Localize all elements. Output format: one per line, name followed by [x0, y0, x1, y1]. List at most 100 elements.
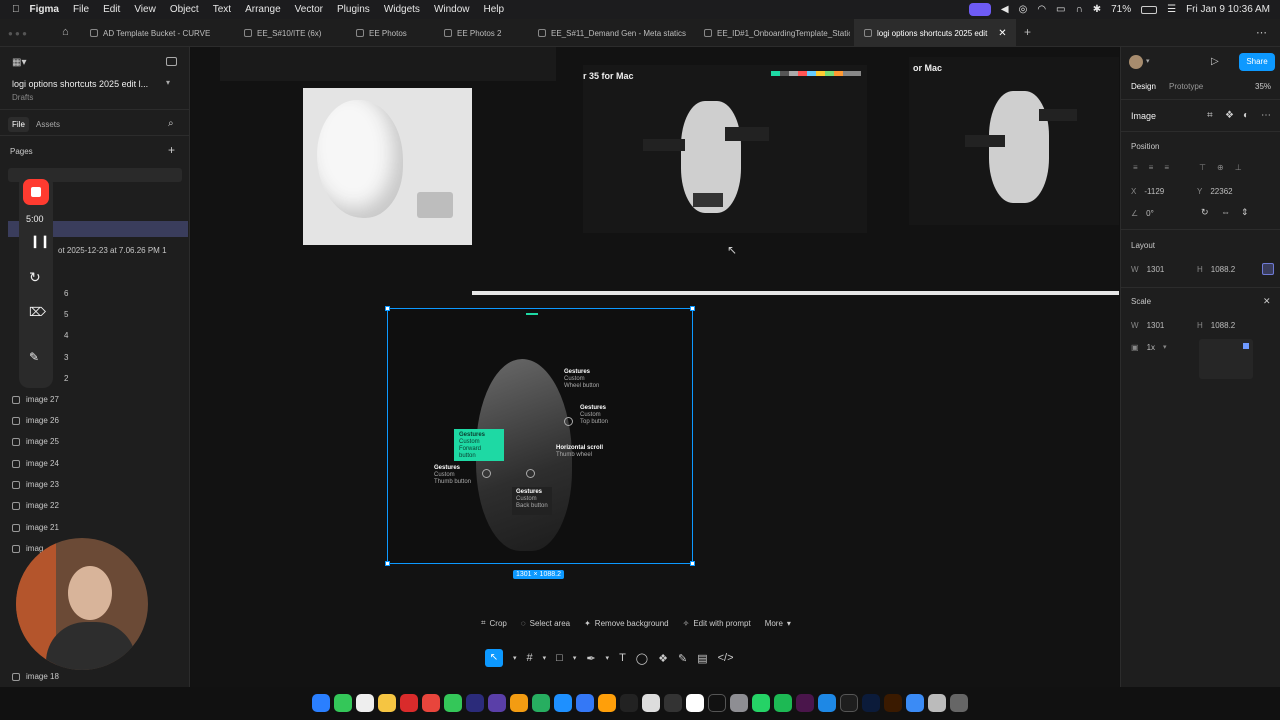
menu-vector[interactable]: Vector	[295, 4, 323, 15]
remove-background-button[interactable]: ✦ Remove background	[584, 619, 669, 628]
new-tab-icon[interactable]: +	[1024, 25, 1031, 39]
acrobat-icon[interactable]	[400, 694, 418, 712]
shortcuts-frame-mac-2[interactable]: or Mac	[909, 57, 1119, 225]
mask-icon[interactable]: ◐	[1243, 110, 1249, 121]
tab-assets[interactable]: Assets	[36, 120, 60, 129]
headphones-icon[interactable]: ∩	[1076, 4, 1083, 15]
more-menu-icon[interactable]: ⋯	[1261, 110, 1271, 121]
anchor-point-selected[interactable]	[1243, 343, 1249, 349]
layer-item[interactable]: image 27	[12, 395, 59, 404]
close-icon[interactable]: ✕	[1263, 296, 1271, 307]
app-store-icon[interactable]	[554, 694, 572, 712]
text-tool-icon[interactable]: T	[619, 652, 626, 664]
menu-arrange[interactable]: Arrange	[245, 4, 281, 15]
restart-icon[interactable]: ↻	[29, 269, 41, 286]
anchor-grid[interactable]	[1199, 339, 1253, 379]
white-mouse-image[interactable]	[303, 88, 472, 245]
zoom-level[interactable]: 35%	[1255, 82, 1271, 91]
design-mode-icon[interactable]: ▤	[697, 652, 707, 665]
file-title[interactable]: logi options shortcuts 2025 edit l...	[12, 79, 148, 89]
toggle-sidebar-icon[interactable]	[166, 57, 177, 66]
layer-item[interactable]: image 23	[12, 480, 59, 489]
tab-design[interactable]: Design	[1131, 82, 1156, 91]
tab-ad-template[interactable]: AD Template Bucket - CURVE	[80, 19, 230, 47]
menu-file[interactable]: File	[73, 4, 89, 15]
y-position-field[interactable]: Y 22362	[1197, 183, 1261, 199]
tab-logi-options[interactable]: logi options shortcuts 2025 edit ✕	[854, 19, 1016, 47]
chevron-down-icon[interactable]: ▾	[513, 654, 517, 662]
scale-factor-select[interactable]: ▣ 1x ▾	[1131, 339, 1185, 355]
chevron-down-icon[interactable]: ▾	[166, 78, 170, 87]
trash-icon[interactable]	[950, 694, 968, 712]
layer-item[interactable]: image 22	[12, 501, 59, 510]
settings-icon[interactable]	[730, 694, 748, 712]
layer-partial-2[interactable]: 2	[64, 374, 68, 383]
align-top-icon[interactable]: ⊤	[1199, 163, 1206, 175]
chevron-down-icon[interactable]: ▾	[543, 654, 547, 662]
chevron-down-icon[interactable]: ▾	[606, 654, 610, 662]
select-area-button[interactable]: ◌ Select area	[521, 619, 570, 628]
finder-icon[interactable]	[312, 694, 330, 712]
annotate-icon[interactable]: ✎	[29, 350, 39, 364]
tab-ee-id1[interactable]: EE_ID#1_OnboardingTemplate_Static	[694, 19, 850, 47]
layer-item[interactable]: image 18	[12, 672, 59, 681]
constrain-proportions-icon[interactable]	[1262, 263, 1274, 275]
datetime[interactable]: Fri Jan 9 10:36 AM	[1186, 4, 1270, 15]
rectangle-tool-icon[interactable]: □	[556, 652, 563, 664]
messages-icon[interactable]	[334, 694, 352, 712]
after-effects-icon[interactable]	[488, 694, 506, 712]
align-center-h-icon[interactable]: ≡	[1149, 163, 1154, 175]
back-icon[interactable]: ◀	[1001, 4, 1009, 15]
pause-icon[interactable]: ❙❙	[30, 234, 50, 248]
scale-width-field[interactable]: W 1301	[1131, 317, 1195, 333]
rotation-field[interactable]: ∠ 0°	[1131, 205, 1195, 221]
crop-button[interactable]: ⌗ Crop	[481, 618, 507, 628]
tab-file[interactable]: File	[8, 117, 29, 132]
align-bottom-icon[interactable]: ⊥	[1235, 163, 1242, 175]
preview-icon[interactable]	[928, 694, 946, 712]
height-field[interactable]: H 1088.2	[1197, 261, 1261, 277]
home-icon[interactable]: ⌂	[62, 26, 69, 38]
screenshot-layer-label[interactable]: ot 2025-12-23 at 7.06.26 PM 1	[58, 246, 167, 255]
crop-icon[interactable]: ⌗	[1207, 110, 1213, 121]
notes-icon[interactable]	[378, 694, 396, 712]
tab-ee-s11[interactable]: EE_S#11_Demand Gen - Meta statics	[528, 19, 690, 47]
illustrator-icon[interactable]	[884, 694, 902, 712]
media-encoder-icon[interactable]	[466, 694, 484, 712]
menu-text[interactable]: Text	[213, 4, 231, 15]
keynote-icon[interactable]	[576, 694, 594, 712]
whatsapp-icon[interactable]	[752, 694, 770, 712]
resize-handle-se[interactable]	[690, 561, 695, 566]
menu-plugins[interactable]: Plugins	[337, 4, 370, 15]
layer-partial-6[interactable]: 6	[64, 289, 68, 298]
present-icon[interactable]: ▷	[1211, 56, 1219, 67]
tab-prototype[interactable]: Prototype	[1169, 82, 1203, 91]
horizontal-divider-bar[interactable]	[472, 291, 1119, 295]
share-button[interactable]: Share	[1239, 53, 1275, 71]
flip-vertical-icon[interactable]: ⇕	[1241, 207, 1249, 218]
menu-edit[interactable]: Edit	[103, 4, 120, 15]
menu-window[interactable]: Window	[434, 4, 470, 15]
main-menu-icon[interactable]: ▦▾	[12, 57, 26, 68]
facetime-icon[interactable]	[444, 694, 462, 712]
window-icon[interactable]: ▭	[1056, 4, 1065, 15]
chevron-down-icon[interactable]: ▾	[1146, 57, 1150, 65]
width-field[interactable]: W 1301	[1131, 261, 1195, 277]
tab-ee-s10[interactable]: EE_S#10/ITE (6x)	[234, 19, 342, 47]
bluetooth-icon[interactable]: ✱	[1093, 4, 1101, 15]
figma-icon[interactable]	[840, 694, 858, 712]
avatar[interactable]	[1129, 55, 1143, 69]
chrome-icon[interactable]	[422, 694, 440, 712]
resize-handle-ne[interactable]	[690, 306, 695, 311]
menu-help[interactable]: Help	[484, 4, 505, 15]
frame-tool-icon[interactable]: #	[527, 652, 533, 664]
flip-horizontal-icon[interactable]: ⇔	[1221, 207, 1230, 217]
menu-widgets[interactable]: Widgets	[384, 4, 420, 15]
layer-item[interactable]: image 24	[12, 459, 59, 468]
chatgpt-icon[interactable]	[642, 694, 660, 712]
menu-app-name[interactable]: Figma	[30, 4, 59, 15]
add-page-icon[interactable]: +	[168, 143, 175, 157]
layer-partial-5[interactable]: 5	[64, 310, 68, 319]
move-tool-icon[interactable]: ↖	[485, 649, 503, 667]
close-tab-icon[interactable]: ✕	[998, 28, 1006, 39]
